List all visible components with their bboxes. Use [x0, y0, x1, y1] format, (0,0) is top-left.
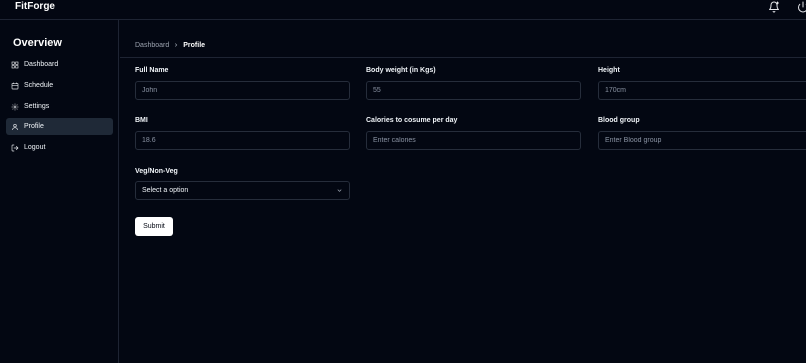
full-name-label: Full Name — [135, 67, 169, 74]
diet-select-value: Select a option — [142, 187, 189, 194]
sidebar-item-label: Dashboard — [24, 61, 59, 68]
submit-button[interactable]: Submit — [135, 217, 173, 236]
breadcrumb-current: Profile — [183, 41, 206, 49]
blood-group-input[interactable] — [598, 131, 806, 150]
sidebar: Overview Dashboard Schedule Settings Pro… — [0, 20, 119, 363]
logout-icon — [11, 144, 19, 151]
diet-label: Veg/Non-Veg — [135, 168, 178, 175]
sidebar-item-dashboard[interactable]: Dashboard — [6, 56, 113, 73]
top-bar: FitForge — [0, 0, 806, 20]
brand-logo[interactable]: FitForge — [15, 1, 55, 12]
diet-select[interactable]: Select a option — [135, 181, 350, 200]
layout-grid-icon — [11, 61, 19, 68]
sidebar-item-profile[interactable]: Profile — [6, 118, 113, 135]
blood-group-label: Blood group — [598, 117, 640, 124]
calendar-icon — [11, 82, 19, 89]
calories-input[interactable] — [366, 131, 581, 150]
sidebar-item-settings[interactable]: Settings — [6, 98, 113, 115]
user-icon — [12, 123, 18, 130]
chevron-right-icon — [175, 43, 178, 47]
sidebar-item-label: Logout — [24, 144, 46, 151]
height-input[interactable] — [598, 81, 806, 100]
body-weight-input[interactable] — [366, 81, 581, 100]
sidebar-item-label: Settings — [24, 103, 50, 110]
calories-label: Calories to cosume per day — [366, 117, 458, 124]
sidebar-title: Overview — [13, 37, 62, 49]
sidebar-item-logout[interactable]: Logout — [6, 139, 113, 156]
body-weight-label: Body weight (in Kgs) — [366, 67, 436, 74]
bmi-input[interactable] — [135, 131, 350, 150]
bell-plus-icon[interactable] — [768, 1, 780, 13]
header-divider — [120, 57, 806, 58]
main-content: Dashboard Profile Full Name Body weight … — [120, 20, 806, 363]
sidebar-item-schedule[interactable]: Schedule — [6, 77, 113, 94]
full-name-input[interactable] — [135, 81, 350, 100]
bmi-label: BMI — [135, 117, 148, 124]
breadcrumb: Dashboard Profile — [135, 40, 205, 50]
gear-icon — [11, 103, 19, 110]
height-label: Height — [598, 67, 620, 74]
chevron-down-icon — [337, 189, 342, 192]
sidebar-item-label: Schedule — [24, 82, 54, 89]
breadcrumb-dashboard-link[interactable]: Dashboard — [135, 42, 169, 49]
sidebar-item-label: Profile — [24, 123, 44, 130]
power-icon[interactable] — [797, 1, 806, 13]
